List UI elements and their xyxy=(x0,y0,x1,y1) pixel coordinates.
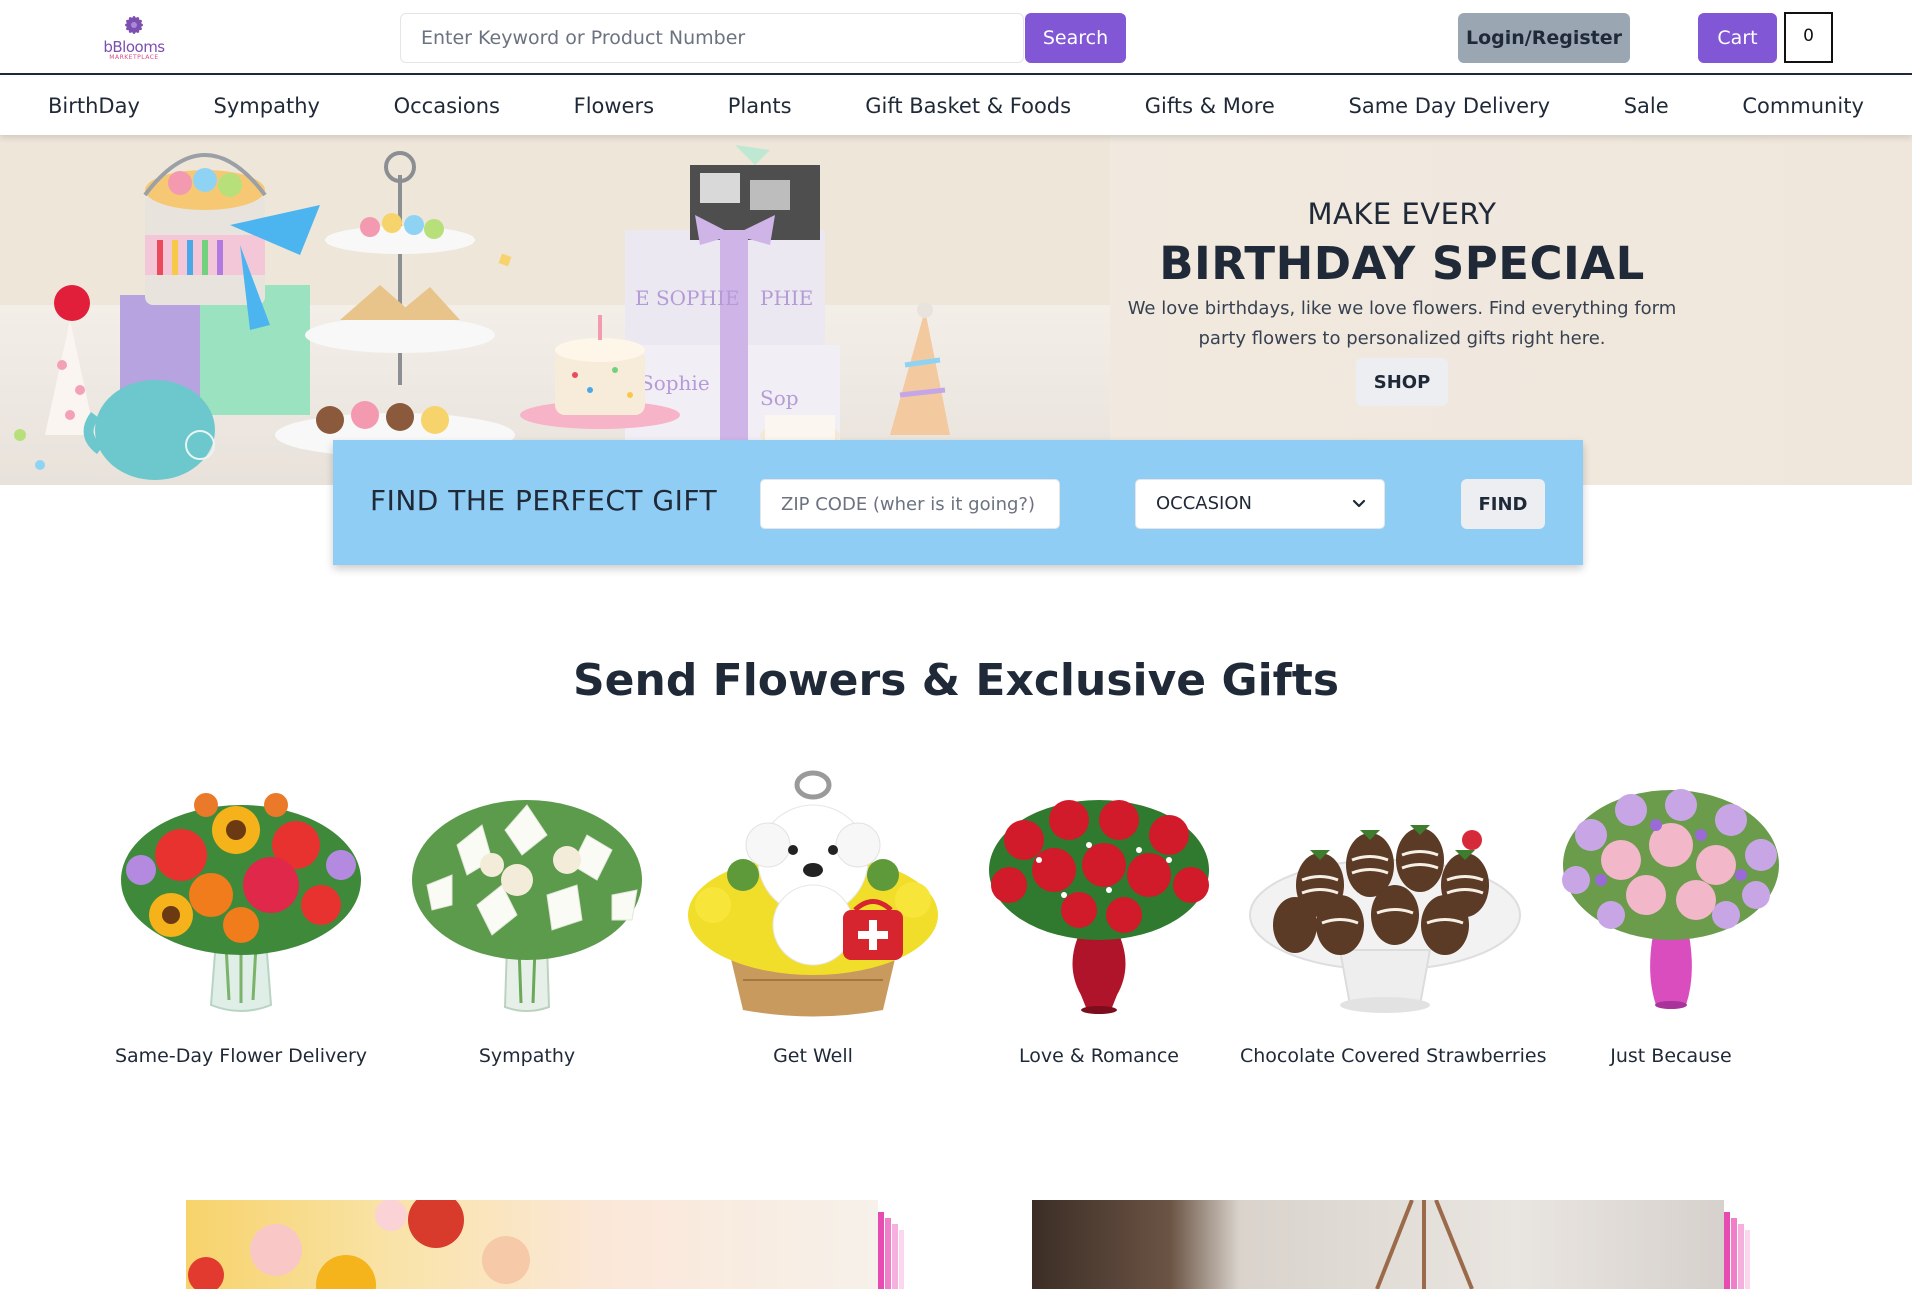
find-button[interactable]: FIND xyxy=(1461,479,1545,529)
search-button[interactable]: Search xyxy=(1025,13,1126,63)
svg-text:E SOPHIE: E SOPHIE xyxy=(635,286,739,310)
nav-item-occasions[interactable]: Occasions xyxy=(394,94,500,118)
occasion-select-value: OCCASION xyxy=(1156,493,1252,514)
category-sympathy[interactable]: Sympathy xyxy=(382,765,672,1067)
search-bar: Search xyxy=(400,13,1126,63)
site-header: bBlooms MARKETPLACE Search Login/Registe… xyxy=(0,0,1912,75)
shop-button[interactable]: SHOP xyxy=(1356,358,1448,406)
logo-flower-icon xyxy=(125,16,143,34)
hero-description: We love birthdays, like we love flowers.… xyxy=(1127,298,1677,349)
flower-arrangement-image xyxy=(188,1200,530,1289)
promo-decor-stripes xyxy=(878,1212,904,1289)
svg-text:PHIE: PHIE xyxy=(760,286,813,310)
category-label: Chocolate Covered Strawberries xyxy=(1240,1045,1547,1067)
hero-title: BIRTHDAY SPECIAL xyxy=(1159,237,1645,290)
logo-text: bBlooms xyxy=(103,38,165,56)
main-nav: BirthDay Sympathy Occasions Flowers Plan… xyxy=(0,77,1912,135)
nav-item-gift-basket-foods[interactable]: Gift Basket & Foods xyxy=(865,94,1071,118)
svg-text:Sophie: Sophie xyxy=(640,371,710,395)
nav-item-community[interactable]: Community xyxy=(1742,94,1864,118)
strawberries-plate-icon xyxy=(1249,825,1521,1013)
promo-decor-stripes xyxy=(1724,1212,1750,1289)
category-label: Love & Romance xyxy=(1018,1045,1179,1067)
chevron-down-icon xyxy=(1352,499,1366,508)
category-chocolate-covered-strawberries[interactable]: Chocolate Covered Strawberries xyxy=(1240,765,1547,1067)
login-register-button[interactable]: Login/Register xyxy=(1458,13,1630,63)
promo-banner-gifts[interactable] xyxy=(1032,1200,1724,1289)
category-label: Same-Day Flower Delivery xyxy=(114,1045,368,1067)
white-lily-bouquet-icon xyxy=(412,800,642,1012)
category-grid: Same-Day Flower Delivery Sympathy Get We… xyxy=(96,765,1816,1085)
promo-banner-flowers[interactable] xyxy=(186,1200,878,1289)
cart-count-badge: 0 xyxy=(1784,12,1833,63)
nav-item-plants[interactable]: Plants xyxy=(728,94,792,118)
birthday-party-image: E SOPHIE PHIE Sophie Sop xyxy=(0,135,1110,485)
category-label: Just Because xyxy=(1610,1045,1732,1067)
search-input[interactable] xyxy=(400,13,1024,63)
hanging-gift-image xyxy=(1375,1200,1474,1289)
nav-item-same-day-delivery[interactable]: Same Day Delivery xyxy=(1349,94,1551,118)
category-get-well[interactable]: Get Well xyxy=(668,765,958,1067)
occasion-select[interactable]: OCCASION xyxy=(1135,479,1385,529)
nav-item-flowers[interactable]: Flowers xyxy=(574,94,654,118)
section-title: Send Flowers & Exclusive Gifts xyxy=(572,655,1340,706)
mixed-bouquet-icon xyxy=(121,793,361,1012)
puppy-flower-basket-icon xyxy=(688,770,938,1017)
hero-banner: E SOPHIE PHIE Sophie Sop MAKE EVERY BIRTHD… xyxy=(0,135,1912,485)
gift-finder: FIND THE PERFECT GIFT OCCASION FIND xyxy=(333,440,1583,565)
category-love-romance[interactable]: Love & Romance xyxy=(954,765,1244,1067)
svg-text:Sop: Sop xyxy=(760,386,799,410)
category-label: Get Well xyxy=(773,1045,853,1067)
nav-item-sympathy[interactable]: Sympathy xyxy=(214,94,320,118)
cart-button[interactable]: Cart xyxy=(1698,13,1777,63)
red-roses-vase-icon xyxy=(989,800,1209,1014)
zip-code-input[interactable] xyxy=(760,479,1060,529)
hero-copy: MAKE EVERY BIRTHDAY SPECIAL We love birt… xyxy=(1120,197,1684,406)
category-same-day-flower-delivery[interactable]: Same-Day Flower Delivery xyxy=(96,765,386,1067)
nav-item-sale[interactable]: Sale xyxy=(1624,94,1669,118)
gift-finder-title: FIND THE PERFECT GIFT xyxy=(370,484,718,517)
hero-pretitle: MAKE EVERY xyxy=(1307,197,1497,231)
pink-bouquet-icon xyxy=(1562,789,1779,1009)
category-just-because[interactable]: Just Because xyxy=(1526,765,1816,1067)
nav-item-gifts-more[interactable]: Gifts & More xyxy=(1145,94,1275,118)
site-logo[interactable]: bBlooms MARKETPLACE xyxy=(96,10,172,66)
nav-item-birthday[interactable]: BirthDay xyxy=(48,94,140,118)
category-label: Sympathy xyxy=(478,1045,576,1067)
